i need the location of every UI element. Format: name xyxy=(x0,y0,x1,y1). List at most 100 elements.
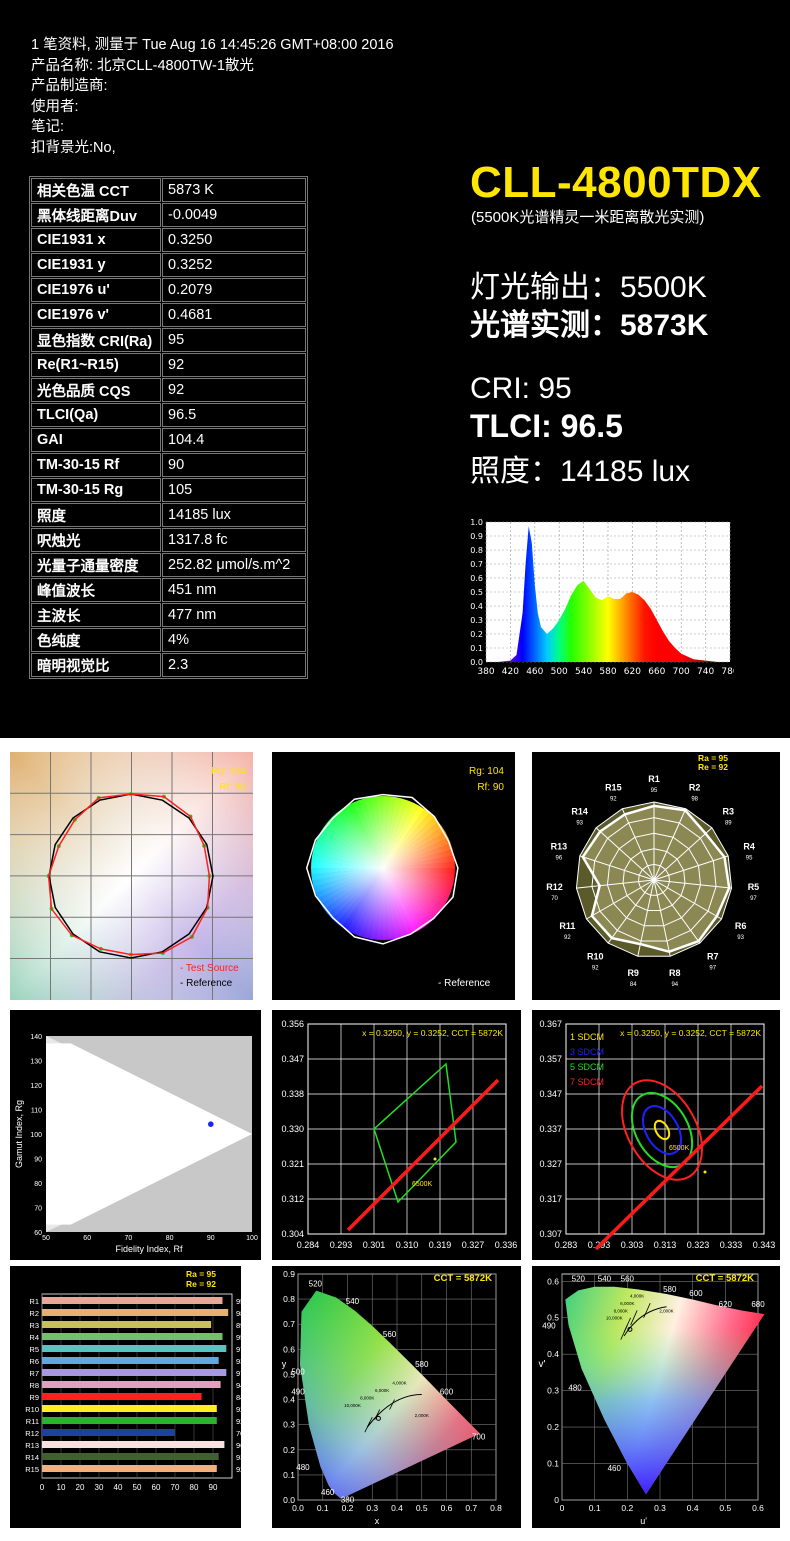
rf-rg-svg: 50 60 70 80 90 10014013012011010090807060Fide… xyxy=(14,1034,258,1254)
spec-value: 4% xyxy=(162,628,306,652)
radar-value: 92 xyxy=(564,935,571,941)
r-bar xyxy=(42,1417,217,1424)
y-tick-label: 0.0 xyxy=(470,658,483,667)
y-tick-label: 0.307 xyxy=(539,1229,562,1239)
x-tick-label: 0.327 xyxy=(462,1240,485,1250)
y-tick-label: 0.4 xyxy=(547,1349,559,1359)
spectrum-svg: 380 420 460 500 540 580 620 660 700 740 780 1.0 0.9 0… xyxy=(470,518,734,677)
spec-row: CIE1976 v' 0.4681 xyxy=(31,303,306,327)
radar-label: R7 xyxy=(707,951,719,961)
data-point xyxy=(703,1170,707,1174)
r-value: 92 xyxy=(236,1417,241,1426)
x-axis-label: x xyxy=(375,1516,380,1526)
spec-value: 92 xyxy=(162,353,306,377)
spec-row: 光色品质 CQS 92 xyxy=(31,378,306,402)
x-tick-label: 0 xyxy=(560,1503,565,1513)
r-bar xyxy=(42,1441,225,1448)
sdcm-legend: 5 SDCM xyxy=(570,1062,604,1072)
spec-value: 104.4 xyxy=(162,428,306,452)
r-label: R5 xyxy=(29,1345,39,1354)
y-tick-label: 0.304 xyxy=(281,1229,304,1239)
spec-value: 5873 K xyxy=(162,178,306,202)
radar-label: R5 xyxy=(748,882,760,892)
spec-label: 暗明视觉比 xyxy=(31,653,161,677)
tolerance-svg: 0.284 0.293 0.301 0.310 0.319 0.327 0.336 0.356… xyxy=(281,1019,517,1250)
x-tick-label: 50 xyxy=(42,1235,50,1242)
y-tick-label: 0.312 xyxy=(281,1194,304,1204)
y-tick-label: 0.8 xyxy=(470,546,483,555)
y-tick-label: 0.1 xyxy=(547,1459,559,1469)
y-tick-label: 0.4 xyxy=(470,602,483,611)
annotation: CCT = 5872K xyxy=(696,1273,754,1284)
spec-label: CIE1931 y xyxy=(31,253,161,277)
x-tick-label: 0.319 xyxy=(429,1240,452,1250)
y-tick-label: 0.6 xyxy=(283,1344,295,1354)
x-tick-label: 60 xyxy=(152,1483,161,1492)
x-tick-label: 0 xyxy=(40,1483,45,1492)
x-tick-label: 0.3 xyxy=(654,1503,666,1513)
y-tick-label: 140 xyxy=(30,1034,42,1041)
y-tick-label: 100 xyxy=(30,1132,42,1139)
radar-label: R4 xyxy=(743,842,755,852)
spec-value: 0.3252 xyxy=(162,253,306,277)
spec-label: CIE1976 v' xyxy=(31,303,161,327)
cct-label: 8,000K xyxy=(614,1308,628,1313)
radar-label: R14 xyxy=(571,806,588,816)
r-value: 93 xyxy=(236,1453,241,1462)
r-value: 97 xyxy=(236,1369,241,1378)
y-tick-label: 0.6 xyxy=(547,1276,559,1286)
radar-label: R12 xyxy=(546,882,563,892)
wavelength-label: 700 xyxy=(472,1433,486,1442)
spec-label: 色纯度 xyxy=(31,628,161,652)
r-value: 96 xyxy=(236,1441,241,1450)
radar-value: 84 xyxy=(630,982,637,988)
x-tick-label: 0.293 xyxy=(330,1240,353,1250)
r-label: R10 xyxy=(25,1405,39,1414)
y-tick-label: 0.2 xyxy=(283,1445,295,1455)
x-tick-label: 0.8 xyxy=(490,1503,502,1513)
y-tick-label: 120 xyxy=(30,1083,42,1090)
wavelength-label: 560 xyxy=(383,1330,397,1339)
wavelength-label: 600 xyxy=(440,1388,454,1397)
r-label: R14 xyxy=(25,1453,39,1462)
spec-value: 105 xyxy=(162,478,306,502)
x-tick-label: 700 xyxy=(673,667,690,677)
r-label: R6 xyxy=(29,1357,39,1366)
radar-label: R3 xyxy=(723,806,735,816)
wavelength-label: 500 xyxy=(291,1367,305,1376)
spec-row: 光量子通量密度 252.82 μmol/s.m^2 xyxy=(31,553,306,577)
x-tick-label: 0.4 xyxy=(687,1503,699,1513)
radar-label: R11 xyxy=(559,921,575,931)
rf-label: Rf: 90 xyxy=(477,782,504,793)
radar-label: R6 xyxy=(735,921,747,931)
spec-row: TM-30-15 Rg 105 xyxy=(31,478,306,502)
y-tick-label: 0.1 xyxy=(283,1470,295,1480)
wavelength-label: 540 xyxy=(598,1274,612,1283)
x-tick-label: 460 xyxy=(526,667,543,677)
wavelength-label: 620 xyxy=(719,1300,733,1309)
y-tick-label: 0.8 xyxy=(283,1294,295,1304)
spec-label: 照度 xyxy=(31,503,161,527)
meta-line: 使用者: xyxy=(31,98,79,115)
measured-cct: 光谱实测：5873K xyxy=(470,309,709,342)
spec-value: 2.3 xyxy=(162,653,306,677)
y-tick-label: 0.347 xyxy=(539,1089,562,1099)
r-label: R3 xyxy=(29,1321,39,1330)
r-value: 92 xyxy=(236,1465,241,1474)
radar-label: R8 xyxy=(669,968,681,978)
spec-label: 主波长 xyxy=(31,603,161,627)
model-subtitle: (5500K光谱精灵一米距离散光实测) xyxy=(471,209,705,226)
x-tick-label: 60 xyxy=(83,1235,91,1242)
radar-label: R1 xyxy=(648,774,660,784)
r-bar xyxy=(42,1465,217,1472)
x-tick-label: 0.5 xyxy=(416,1503,428,1513)
wavelength-label: 520 xyxy=(309,1280,323,1289)
radar-value: 89 xyxy=(725,820,732,826)
x-tick-label: 0.333 xyxy=(720,1240,743,1250)
wavelength-label: 600 xyxy=(689,1289,703,1298)
spec-value: 95 xyxy=(162,328,306,352)
cct-label: 10,000K xyxy=(344,1403,361,1408)
ra-label: Ra = 95 xyxy=(186,1269,216,1279)
spec-label: 黑体线距离Duv xyxy=(31,203,161,227)
spec-value: 0.2079 xyxy=(162,278,306,302)
